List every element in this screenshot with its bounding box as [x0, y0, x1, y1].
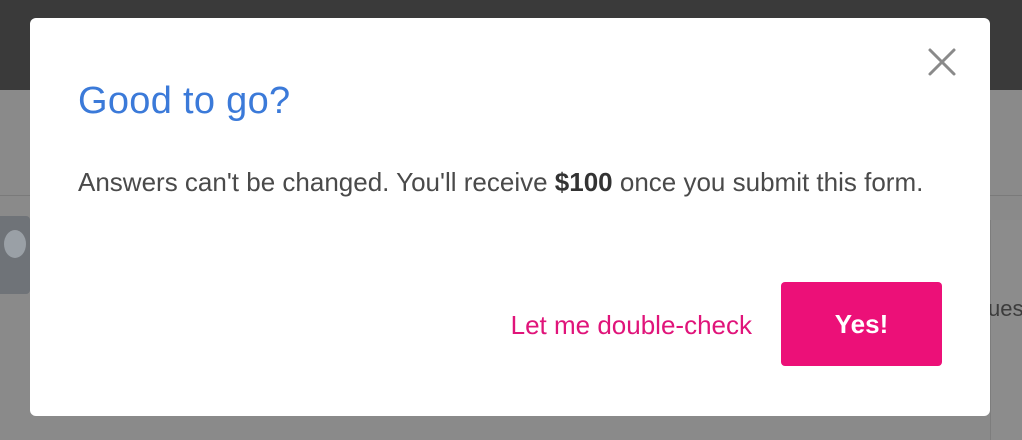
- reward-amount: $100: [554, 167, 613, 197]
- background-card: [990, 220, 1022, 440]
- close-icon: [928, 48, 956, 76]
- avatar-head-shape: [4, 230, 26, 258]
- double-check-button[interactable]: Let me double-check: [430, 300, 752, 350]
- confirm-dialog: Good to go? Answers can't be changed. Yo…: [30, 18, 990, 416]
- close-button[interactable]: [926, 46, 958, 78]
- confirm-yes-button[interactable]: Yes!: [781, 282, 942, 366]
- message-prefix: Answers can't be changed. You'll receive: [78, 167, 555, 197]
- background-avatar: [0, 216, 30, 294]
- message-suffix: once you submit this form.: [612, 167, 924, 197]
- background-partial-text: ues: [988, 296, 1022, 321]
- dialog-message: Answers can't be changed. You'll receive…: [78, 158, 958, 206]
- dialog-title: Good to go?: [78, 80, 291, 122]
